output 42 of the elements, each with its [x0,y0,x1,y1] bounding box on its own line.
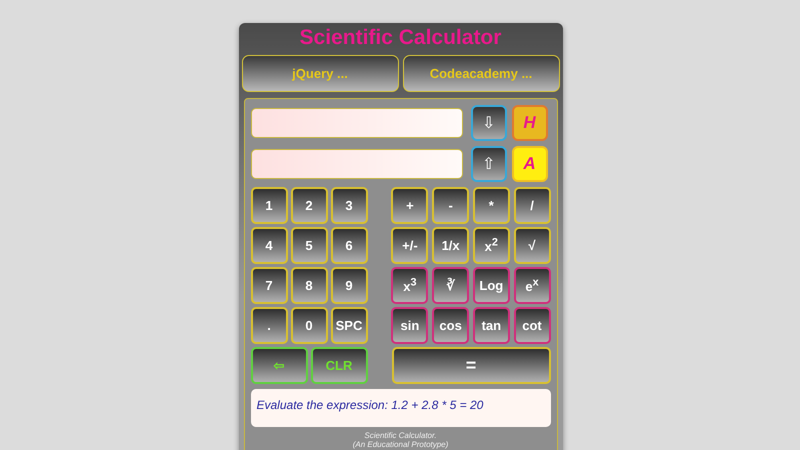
digit-key[interactable]: 4 [250,227,288,264]
operator-key[interactable]: ∛ [432,267,470,304]
arrow-button[interactable]: ⇩ [470,105,506,141]
mode-button[interactable]: A [512,146,548,182]
calculator-title: Scientific Calculator [298,25,502,51]
operator-key[interactable]: x$^{3}$ [391,267,428,304]
operator-key[interactable]: sin [391,307,428,344]
operator-key[interactable]: tan [472,307,510,344]
operator-key[interactable]: x$^{2}$ [472,227,510,264]
link-button[interactable]: Codeacademy ... [402,55,560,92]
digit-key[interactable]: 1 [250,187,288,224]
digit-key[interactable]: 5 [290,227,328,264]
digit-key[interactable]: 7 [250,267,288,304]
digit-key[interactable]: 2 [290,187,328,224]
digit-key[interactable]: . [250,307,288,344]
operator-key[interactable]: + [391,187,428,224]
operator-key[interactable]: cot [514,307,550,344]
edit-key[interactable]: ⇦ [250,347,308,384]
digit-key[interactable]: SPC [330,307,368,344]
equals-key[interactable]: = [392,347,550,384]
edit-key[interactable]: CLR [310,347,368,384]
digit-key[interactable]: 9 [330,267,368,304]
arrow-button[interactable]: ⇧ [470,146,506,182]
operator-key[interactable]: / [514,187,550,224]
operator-key[interactable]: * [472,187,510,224]
operator-key[interactable]: Log [472,267,510,304]
digit-key[interactable]: 8 [290,267,328,304]
digit-key[interactable]: 3 [330,187,368,224]
operator-key[interactable]: - [432,187,470,224]
digit-key[interactable]: 6 [330,227,368,264]
operator-key[interactable]: √ [514,227,550,264]
display-field[interactable] [250,149,462,179]
operator-key[interactable]: +/- [391,227,428,264]
footer-text: Scientific Calculator. [363,431,438,440]
message-text: Evaluate the expression: 1.2 + 2.8 * 5 = 20 [256,398,484,412]
footer-text: (An Educational Prototype) [352,440,450,449]
operator-key[interactable]: 1/x [432,227,470,264]
operator-key[interactable]: cos [432,307,470,344]
digit-key[interactable]: 0 [290,307,328,344]
operator-key[interactable]: e$^{x}$ [514,267,550,304]
display-field[interactable] [250,108,462,138]
link-button[interactable]: jQuery ... [242,55,398,92]
